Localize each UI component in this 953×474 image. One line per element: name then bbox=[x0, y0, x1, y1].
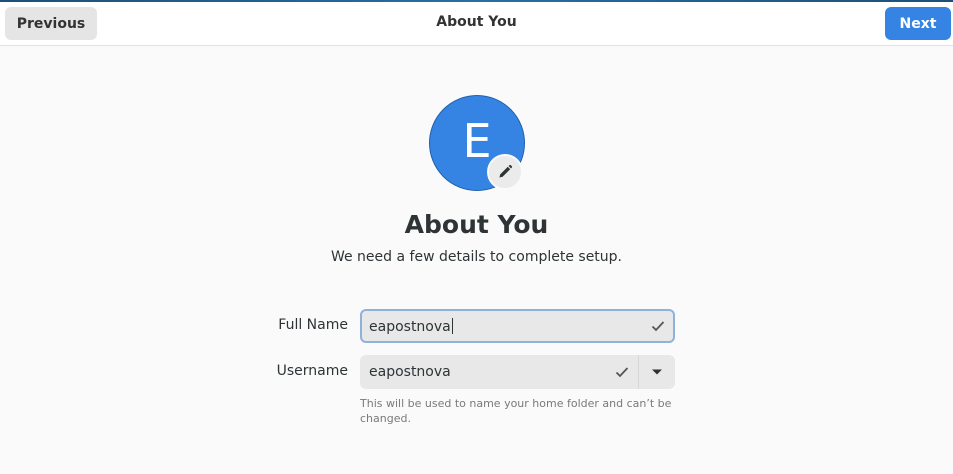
wallpaper-edge bbox=[0, 0, 953, 2]
chevron-down-icon bbox=[652, 369, 662, 375]
fullname-text-wrap: eapostnova bbox=[369, 318, 453, 335]
username-dropdown-button[interactable] bbox=[639, 355, 675, 389]
page-subtitle: We need a few details to complete setup. bbox=[330, 249, 623, 265]
page-title: About You bbox=[404, 210, 549, 239]
previous-button[interactable]: Previous bbox=[5, 7, 97, 40]
fullname-field[interactable]: eapostnova bbox=[360, 309, 675, 343]
username-value[interactable]: eapostnova bbox=[369, 364, 451, 380]
pencil-icon bbox=[499, 164, 513, 178]
next-button[interactable]: Next bbox=[885, 7, 951, 40]
text-cursor bbox=[451, 318, 453, 334]
edit-avatar-button[interactable] bbox=[487, 154, 523, 190]
header-title: About You bbox=[436, 14, 517, 30]
username-combo[interactable]: eapostnova bbox=[360, 355, 675, 389]
fullname-label: Full Name bbox=[278, 317, 348, 333]
header-bar: Previous About You Next bbox=[0, 0, 953, 46]
fullname-value: eapostnova bbox=[369, 319, 451, 335]
username-hint: This will be used to name your home fold… bbox=[360, 397, 672, 425]
check-icon bbox=[615, 367, 629, 378]
username-label: Username bbox=[276, 363, 348, 379]
avatar-initial: E bbox=[462, 114, 492, 168]
setup-window: Previous About You Next E About You We n… bbox=[0, 0, 953, 474]
check-icon bbox=[651, 321, 665, 332]
